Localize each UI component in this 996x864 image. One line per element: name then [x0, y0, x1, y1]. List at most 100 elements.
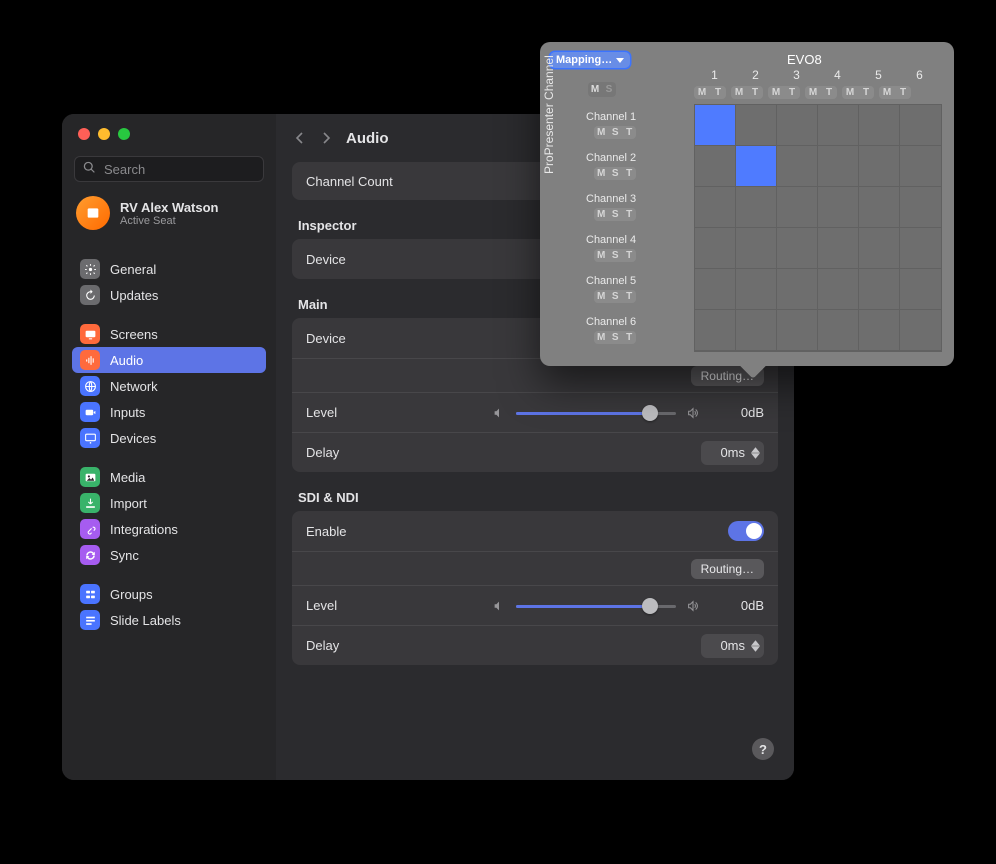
sdi-delay-stepper[interactable]: 0ms — [701, 634, 764, 658]
sidebar-item-network[interactable]: Network — [72, 373, 266, 399]
inspector-device-label: Device — [306, 252, 346, 267]
routing-cell[interactable] — [736, 310, 777, 351]
close-window-button[interactable] — [78, 128, 90, 140]
routing-cell[interactable] — [695, 146, 736, 187]
routing-cell[interactable] — [859, 187, 900, 228]
stepper-down-icon[interactable] — [751, 453, 760, 459]
sidebar-item-general[interactable]: General — [72, 256, 266, 282]
sdi-routing-button[interactable]: Routing… — [691, 559, 764, 579]
routing-cell[interactable] — [695, 187, 736, 228]
routing-cell[interactable] — [859, 105, 900, 146]
routing-cell[interactable] — [900, 146, 941, 187]
help-button[interactable]: ? — [752, 738, 774, 760]
forward-button[interactable] — [320, 132, 332, 144]
column-mt[interactable]: MT — [768, 86, 800, 99]
window-traffic-lights — [62, 114, 276, 142]
row-mst[interactable]: MST — [594, 290, 636, 303]
sdi-enable-toggle[interactable] — [728, 521, 764, 541]
column-mt[interactable]: MT — [879, 86, 911, 99]
routing-cell[interactable] — [736, 187, 777, 228]
sidebar-item-sync[interactable]: Sync — [72, 542, 266, 568]
search-input[interactable] — [102, 161, 255, 178]
routing-cell[interactable] — [695, 228, 736, 269]
search-icon — [83, 161, 102, 177]
main-delay-stepper[interactable]: 0ms — [701, 441, 764, 465]
column-mt[interactable]: MT — [731, 86, 763, 99]
main-delay-value: 0ms — [711, 445, 751, 460]
routing-cell[interactable] — [900, 310, 941, 351]
routing-cell[interactable] — [777, 228, 818, 269]
sidebar-item-audio[interactable]: Audio — [72, 347, 266, 373]
routing-cell[interactable] — [900, 187, 941, 228]
routing-cell[interactable] — [818, 187, 859, 228]
sidebar-item-devices[interactable]: Devices — [72, 425, 266, 451]
volume-high-icon — [686, 599, 700, 613]
routing-cell[interactable] — [900, 269, 941, 310]
column-number: 6 — [899, 68, 940, 82]
row-label: Channel 6MST — [586, 309, 636, 350]
stepper-down-icon[interactable] — [751, 646, 760, 652]
routing-cell[interactable] — [736, 269, 777, 310]
routing-cell[interactable] — [818, 310, 859, 351]
column-mt[interactable]: MT — [694, 86, 726, 99]
sidebar-item-import[interactable]: Import — [72, 490, 266, 516]
column-mt[interactable]: MT — [805, 86, 837, 99]
sidebar-nav: General Updates ScreensAudioNetworkInputsD… — [62, 244, 276, 633]
search-field[interactable] — [74, 156, 264, 182]
routing-cell[interactable] — [900, 228, 941, 269]
routing-cell[interactable] — [695, 105, 736, 146]
inputs-icon — [80, 402, 100, 422]
row-mst[interactable]: MST — [594, 126, 636, 139]
routing-cell[interactable] — [859, 310, 900, 351]
updates-icon — [80, 285, 100, 305]
routing-cell[interactable] — [900, 105, 941, 146]
sdi-level-slider[interactable] — [516, 598, 676, 614]
minimize-window-button[interactable] — [98, 128, 110, 140]
routing-cell[interactable] — [818, 269, 859, 310]
routing-cell[interactable] — [736, 146, 777, 187]
sidebar-item-label: General — [110, 262, 156, 277]
back-button[interactable] — [294, 132, 306, 144]
volume-high-icon — [686, 406, 700, 420]
row-mst[interactable]: MST — [594, 249, 636, 262]
routing-cell[interactable] — [859, 269, 900, 310]
column-mt[interactable]: MT — [842, 86, 874, 99]
page-title: Audio — [346, 130, 389, 147]
sidebar-item-media[interactable]: Media — [72, 464, 266, 490]
sidebar-item-updates[interactable]: Updates — [72, 282, 266, 308]
sidebar-item-integrations[interactable]: Integrations — [72, 516, 266, 542]
sidebar-item-slide-labels[interactable]: Slide Labels — [72, 607, 266, 633]
routing-cell[interactable] — [859, 146, 900, 187]
routing-cell[interactable] — [859, 228, 900, 269]
routing-cell[interactable] — [777, 146, 818, 187]
routing-cell[interactable] — [695, 269, 736, 310]
mapping-button[interactable]: Mapping… — [550, 52, 630, 68]
row-mst[interactable]: MST — [594, 167, 636, 180]
avatar — [76, 196, 110, 230]
integrations-icon — [80, 519, 100, 539]
sidebar-item-label: Slide Labels — [110, 613, 181, 628]
sidebar-item-inputs[interactable]: Inputs — [72, 399, 266, 425]
y-axis-label: ProPresenter Channel — [542, 55, 556, 174]
sdi-enable-row: Enable — [292, 511, 778, 551]
sdi-panel: Enable Routing… Level — [292, 511, 778, 665]
routing-cell[interactable] — [736, 228, 777, 269]
routing-cell[interactable] — [777, 310, 818, 351]
routing-cell[interactable] — [736, 105, 777, 146]
main-level-slider[interactable] — [516, 405, 676, 421]
routing-cell[interactable] — [777, 105, 818, 146]
routing-cell[interactable] — [818, 146, 859, 187]
routing-matrix[interactable] — [694, 104, 942, 352]
routing-cell[interactable] — [695, 310, 736, 351]
sidebar-item-groups[interactable]: Groups — [72, 581, 266, 607]
routing-cell[interactable] — [777, 269, 818, 310]
row-mst[interactable]: MST — [594, 331, 636, 344]
routing-cell[interactable] — [818, 105, 859, 146]
account-row[interactable]: RV Alex Watson Active Seat — [62, 192, 276, 244]
routing-cell[interactable] — [777, 187, 818, 228]
routing-cell[interactable] — [818, 228, 859, 269]
sidebar-item-screens[interactable]: Screens — [72, 321, 266, 347]
row-mst[interactable]: MST — [594, 208, 636, 221]
screens-icon — [80, 324, 100, 344]
zoom-window-button[interactable] — [118, 128, 130, 140]
